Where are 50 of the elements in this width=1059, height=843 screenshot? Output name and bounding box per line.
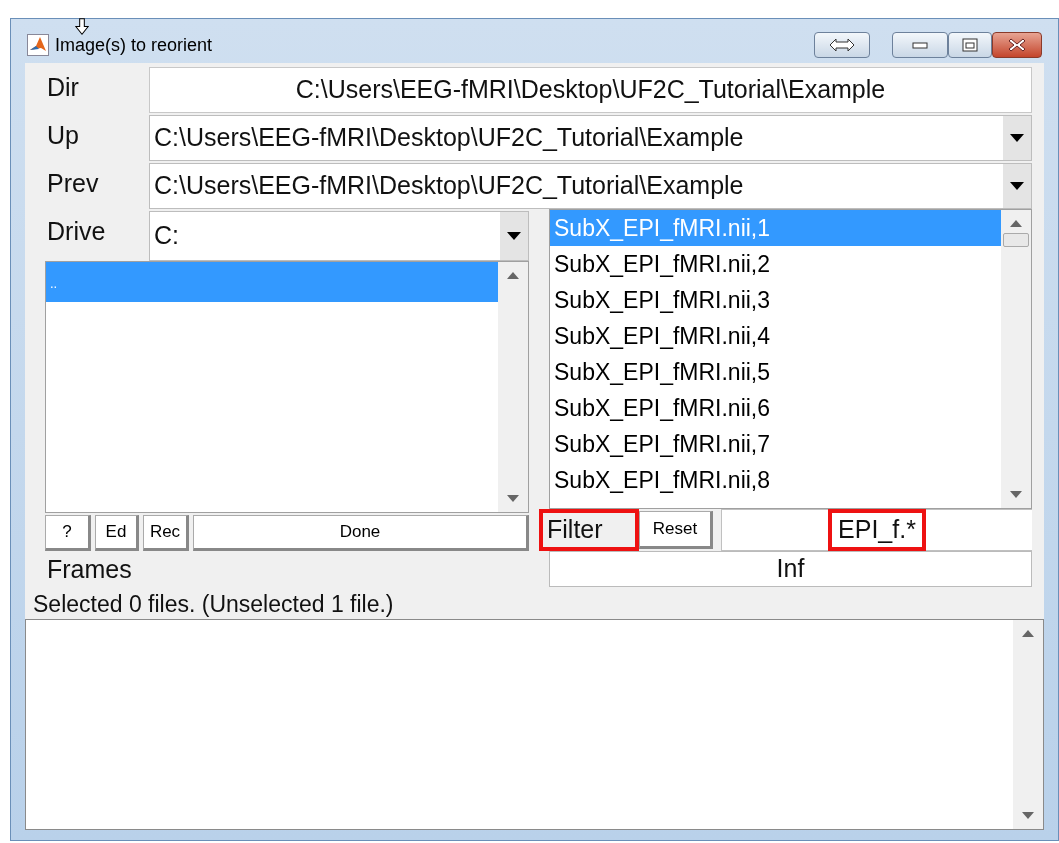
close-icon xyxy=(1008,38,1026,52)
file-item[interactable]: SubX_EPI_fMRI.nii,6 xyxy=(550,390,1001,426)
path-field[interactable]: C:\Users\EEG-fMRI\Desktop\UF2C_Tutorial\Example xyxy=(149,67,1032,113)
dropdown-arrow-icon xyxy=(507,232,521,240)
scroll-up-icon xyxy=(507,272,519,279)
toolbar-button[interactable]: Rec xyxy=(143,515,189,551)
file-item[interactable]: SubX_EPI_fMRI.nii,4 xyxy=(550,318,1001,354)
cursor-icon xyxy=(75,18,89,35)
file-item[interactable]: SubX_EPI_fMRI.nii,7 xyxy=(550,426,1001,462)
filter-label: Filter xyxy=(539,509,639,551)
app-icon xyxy=(27,34,49,56)
filter-field[interactable]: EPI_f.* xyxy=(721,509,1032,551)
toolbar-button[interactable]: Done xyxy=(193,515,529,551)
dropdown-arrow-icon xyxy=(1010,182,1024,190)
scroll-up-icon xyxy=(1010,220,1022,227)
frames-label: Frames xyxy=(46,554,133,585)
frames-field[interactable]: Inf xyxy=(549,551,1032,587)
field-label: Prev xyxy=(46,168,100,199)
dropdown-arrow-icon xyxy=(1010,134,1024,142)
scroll-up-icon xyxy=(1022,630,1034,637)
dock-button[interactable] xyxy=(814,32,870,58)
toolbar-button[interactable]: Ed xyxy=(95,515,139,551)
scrollbar[interactable] xyxy=(1013,620,1043,829)
window-title: Image(s) to reorient xyxy=(55,35,213,55)
status-text: Selected 0 files. (Unselected 1 file.) xyxy=(32,590,395,619)
drive-label: Drive xyxy=(46,216,107,247)
toolbar-button[interactable]: ? xyxy=(45,515,91,551)
path-dropdown[interactable]: C:\Users\EEG-fMRI\Desktop\UF2C_Tutorial\Example xyxy=(149,115,1032,161)
scroll-down-icon xyxy=(507,495,519,502)
file-item[interactable]: SubX_EPI_fMRI.nii,2 xyxy=(550,246,1001,282)
scroll-thumb[interactable] xyxy=(1003,233,1029,247)
scrollbar[interactable] xyxy=(1001,210,1031,508)
scroll-down-icon xyxy=(1010,491,1022,498)
scroll-down-icon xyxy=(1022,812,1034,819)
field-label: Dir xyxy=(46,72,80,103)
close-button[interactable] xyxy=(992,32,1042,58)
message-area[interactable] xyxy=(25,619,1044,830)
scrollbar[interactable] xyxy=(498,262,528,512)
file-item[interactable]: SubX_EPI_fMRI.nii,8 xyxy=(550,462,1001,498)
drive-dropdown[interactable]: C: xyxy=(149,211,529,261)
field-label: Up xyxy=(46,120,80,151)
path-dropdown[interactable]: C:\Users\EEG-fMRI\Desktop\UF2C_Tutorial\Example xyxy=(149,163,1032,209)
maximize-icon xyxy=(962,38,978,52)
minimize-icon xyxy=(912,41,928,49)
file-item[interactable]: SubX_EPI_fMRI.nii,3 xyxy=(550,282,1001,318)
file-item[interactable]: SubX_EPI_fMRI.nii,5 xyxy=(550,354,1001,390)
double-arrow-icon xyxy=(829,38,855,52)
maximize-button[interactable] xyxy=(948,32,992,58)
reset-button[interactable]: Reset xyxy=(639,511,713,549)
minimize-button[interactable] xyxy=(892,32,948,58)
